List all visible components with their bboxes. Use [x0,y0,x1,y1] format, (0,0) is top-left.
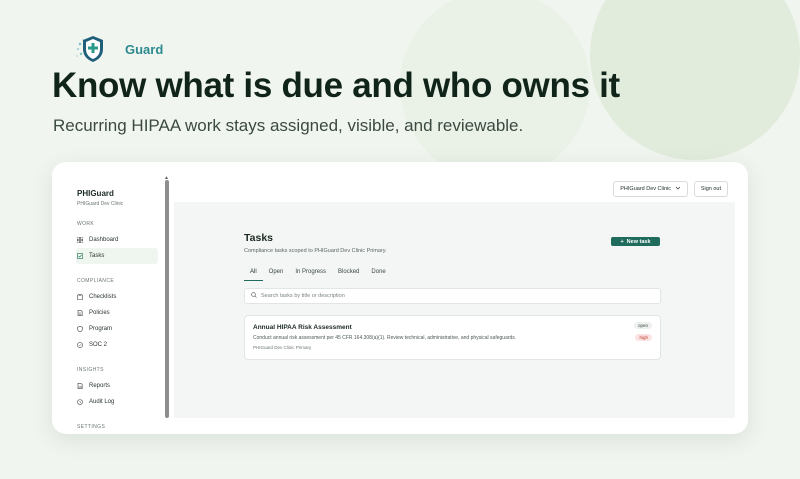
document-icon [77,310,83,316]
check-square-icon [77,253,84,260]
chevron-down-icon [675,185,681,193]
page-subtitle: Compliance tasks scoped to PHIGuard Dev … [244,248,387,254]
search-placeholder: Search tasks by title or description [261,293,345,299]
badge-icon [77,342,83,348]
clipboard-icon [77,293,83,301]
main-content: Tasks Compliance tasks scoped to PHIGuar… [174,202,735,418]
sidebar-section-settings: SETTINGS [77,424,106,430]
sidebar-item-audit-log[interactable]: Audit Log [76,394,158,410]
sidebar-title: PHIGuard [77,189,114,198]
topbar: PHIGuard Dev Clinic Sign out [170,162,748,202]
tab-open[interactable]: Open [263,267,290,281]
task-org: PHIGuard Dev Clinic Primary [253,345,312,350]
sidebar-scrollbar[interactable] [165,180,169,418]
sidebar-org: PHIGuard Dev Clinic [77,201,124,207]
search-icon [251,292,257,300]
sidebar-item-label: Program [89,326,113,332]
new-task-label: New task [626,238,651,245]
subheadline: Recurring HIPAA work stays assigned, vis… [53,116,524,135]
sidebar-item-label: Audit Log [89,399,115,405]
sidebar-item-label: Dashboard [89,237,119,243]
brand-name: Guard [125,41,164,57]
sidebar-item-program[interactable]: Program [76,321,158,337]
sidebar-item-label: Policies [89,310,110,316]
org-select-value: PHIGuard Dev Clinic [620,186,671,192]
sidebar-item-checklists[interactable]: Checklists [76,289,158,305]
shield-icon [77,325,83,333]
tab-done[interactable]: Done [365,267,391,281]
brand: Guard [74,34,163,64]
task-card[interactable]: Annual HIPAA Risk Assessment Conduct ann… [244,315,661,360]
plus-icon: + [620,238,624,245]
search-input[interactable]: Search tasks by title or description [244,288,661,304]
priority-badge: high [635,334,652,341]
page-title: Tasks [244,232,273,244]
sidebar-item-label: SOC 2 [89,342,108,348]
sidebar-item-reports[interactable]: Reports [76,378,158,394]
new-task-button[interactable]: + New task [611,237,660,246]
sidebar-item-label: Reports [89,383,111,389]
sidebar: PHIGuard PHIGuard Dev Clinic WORK Dashbo… [52,162,165,434]
sidebar-section-compliance: COMPLIANCE [77,278,115,284]
sidebar-item-label: Tasks [89,253,105,259]
sidebar-item-policies[interactable]: Policies [76,305,158,321]
status-badge: open [633,322,652,329]
sidebar-section-insights: INSIGHTS [77,367,104,373]
sidebar-item-label: Checklists [89,294,117,300]
history-icon [77,399,83,405]
sidebar-item-soc2[interactable]: SOC 2 [76,337,158,353]
headline: Know what is due and who owns it [52,66,620,105]
task-description: Conduct annual risk assessment per 45 CF… [253,335,517,341]
tab-in-progress[interactable]: In Progress [289,267,332,281]
background-circle [590,0,800,160]
org-select[interactable]: PHIGuard Dev Clinic [613,181,688,197]
grid-icon [76,236,84,244]
task-title: Annual HIPAA Risk Assessment [253,324,352,331]
app-window: PHIGuard PHIGuard Dev Clinic WORK Dashbo… [52,162,748,434]
sign-out-button[interactable]: Sign out [693,181,728,197]
tab-blocked[interactable]: Blocked [332,267,365,281]
chart-icon [77,383,83,389]
sidebar-item-tasks[interactable]: Tasks [76,248,158,264]
tab-all[interactable]: All [244,267,263,281]
shield-logo-icon [74,34,108,64]
task-tabs: All Open In Progress Blocked Done [244,267,392,281]
sidebar-item-dashboard[interactable]: Dashboard [76,232,158,248]
sidebar-section-work: WORK [77,221,95,227]
